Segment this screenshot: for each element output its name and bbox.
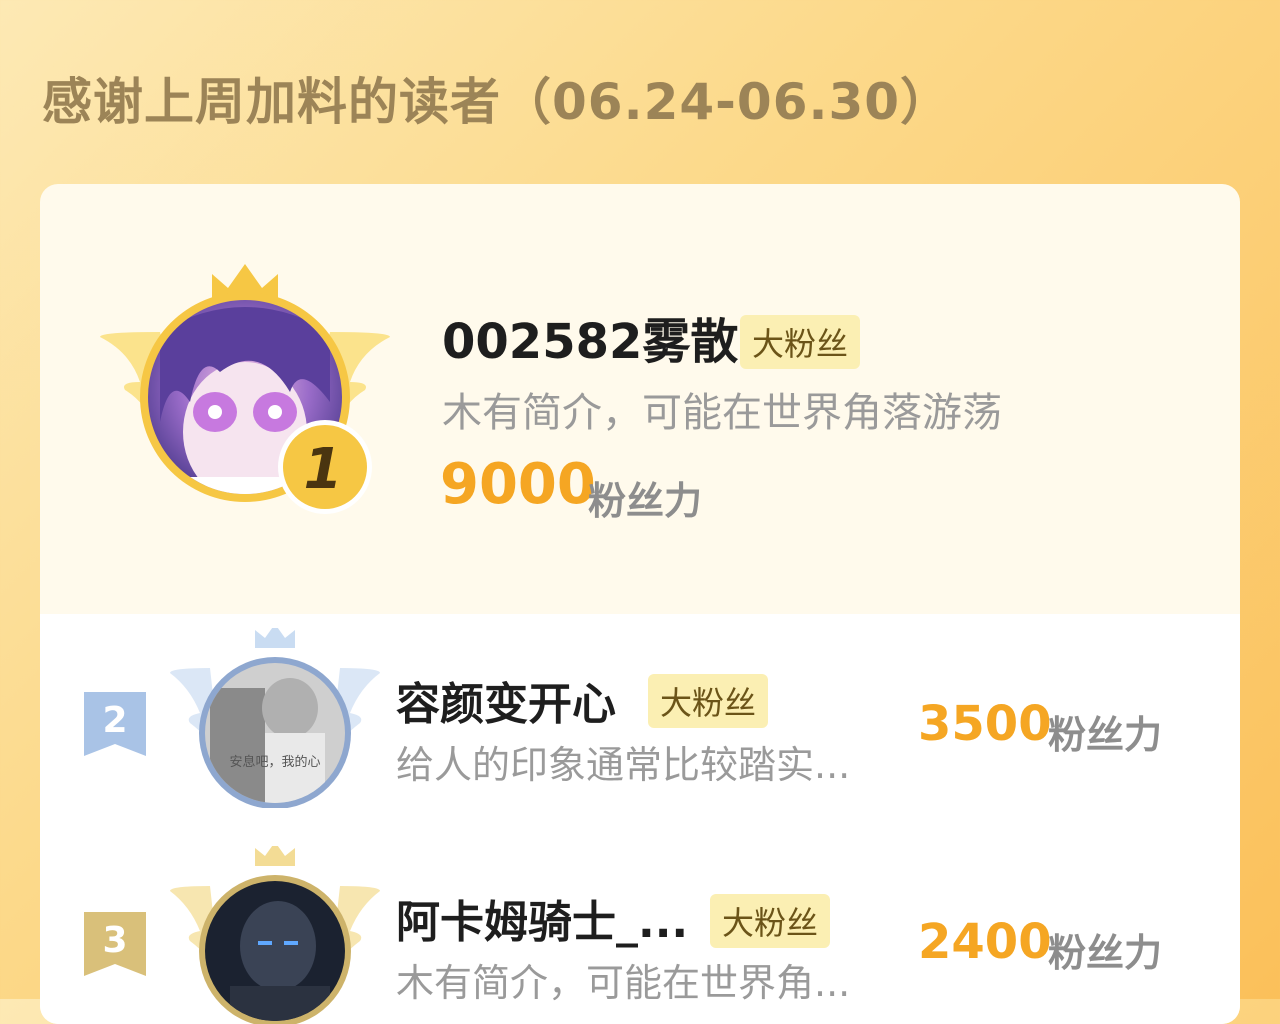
top-username[interactable]: 002582雾散 <box>442 302 738 372</box>
top-avatar-group[interactable]: 1 <box>100 262 390 522</box>
row-2-username[interactable]: 容颜变开心 <box>396 668 616 732</box>
svg-text:2: 2 <box>102 700 127 741</box>
rank-2-flag: 2 <box>84 692 146 756</box>
rank-2-avatar[interactable]: 安息吧，我的心 <box>170 628 380 808</box>
row-2-fan-power: 3500 <box>918 696 1052 752</box>
fan-level-badge: 大粉丝 <box>710 894 831 948</box>
rank-1-avatar-frame: 1 <box>100 264 390 514</box>
rank-3-avatar[interactable] <box>170 846 380 1024</box>
top-fan-power: 9000 <box>440 452 596 517</box>
svg-text:3: 3 <box>102 920 127 961</box>
row-3-fan-power: 2400 <box>918 914 1052 970</box>
row-3-username[interactable]: 阿卡姆骑士_... <box>396 886 688 950</box>
fan-level-badge: 大粉丝 <box>648 674 769 728</box>
page-title: 感谢上周加料的读者（06.24-06.30） <box>42 73 952 131</box>
fan-power-unit: 粉丝力 <box>588 479 703 523</box>
top-bio: 木有简介，可能在世界角落游荡 <box>442 390 1002 436</box>
ranking-list: 2 安息吧，我的心 容颜变开心 大粉丝 给人的印象通常比较踏实... 3500 … <box>40 614 1240 1024</box>
fan-power-unit: 粉丝力 <box>1048 931 1163 975</box>
leaderboard-card: 1 002582雾散 大粉丝 木有简介，可能在世界角落游荡 9000 粉丝力 2… <box>40 184 1240 1024</box>
fan-power-unit: 粉丝力 <box>1048 713 1163 757</box>
rank-3-flag: 3 <box>84 912 146 976</box>
fan-level-badge: 大粉丝 <box>740 315 861 369</box>
rank-1-number: 1 <box>304 437 343 502</box>
avatar-caption: 安息吧，我的心 <box>229 754 320 770</box>
row-2-bio: 给人的印象通常比较踏实... <box>396 743 851 787</box>
